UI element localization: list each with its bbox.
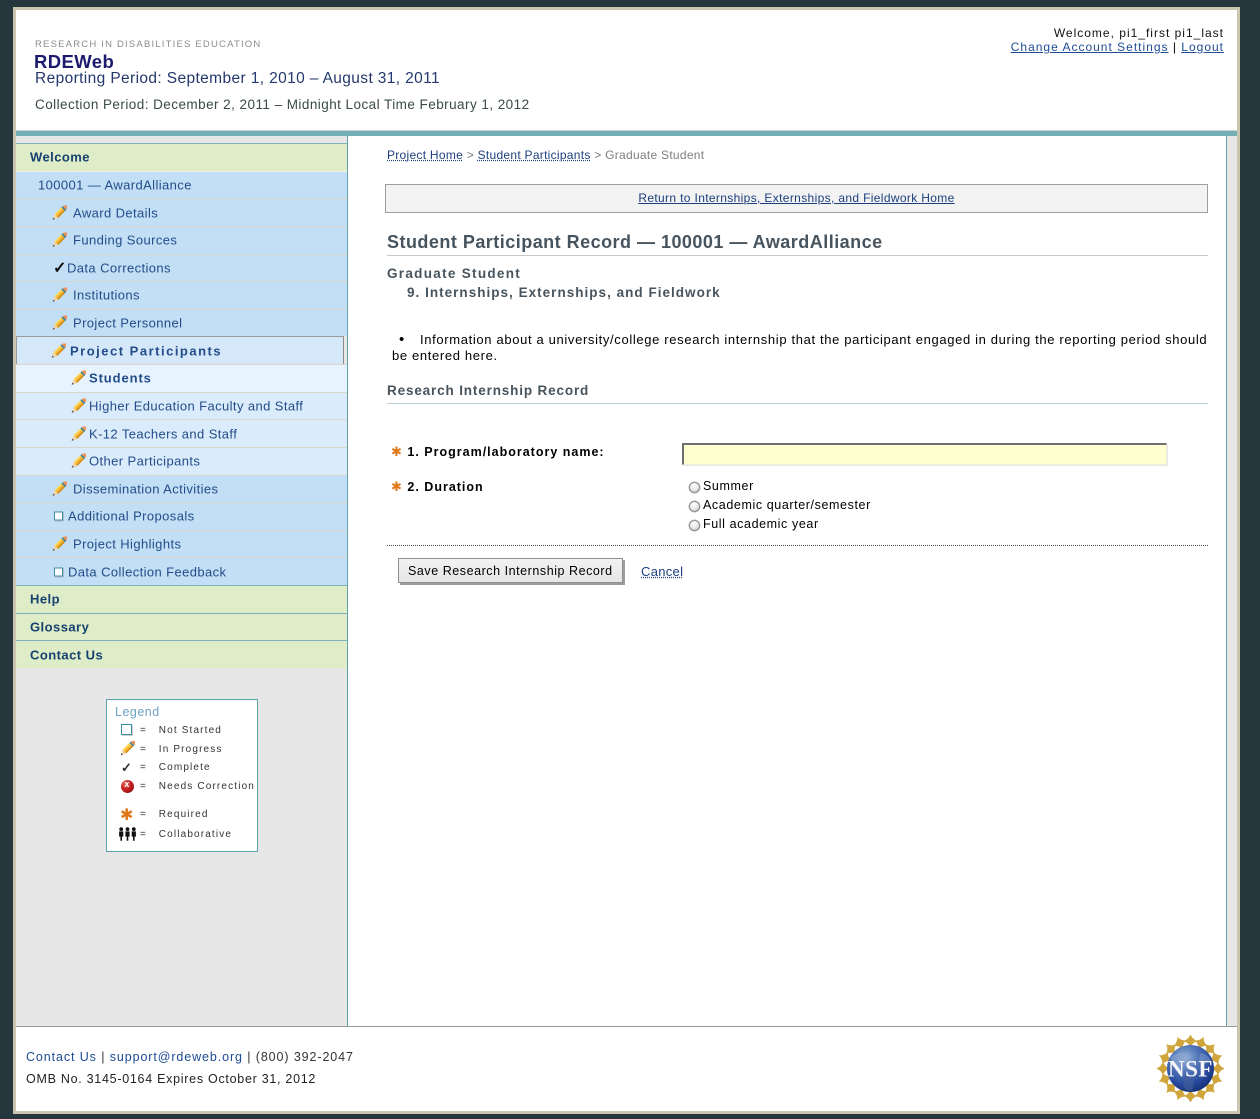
svg-text:NSF: NSF [1168, 1057, 1213, 1082]
